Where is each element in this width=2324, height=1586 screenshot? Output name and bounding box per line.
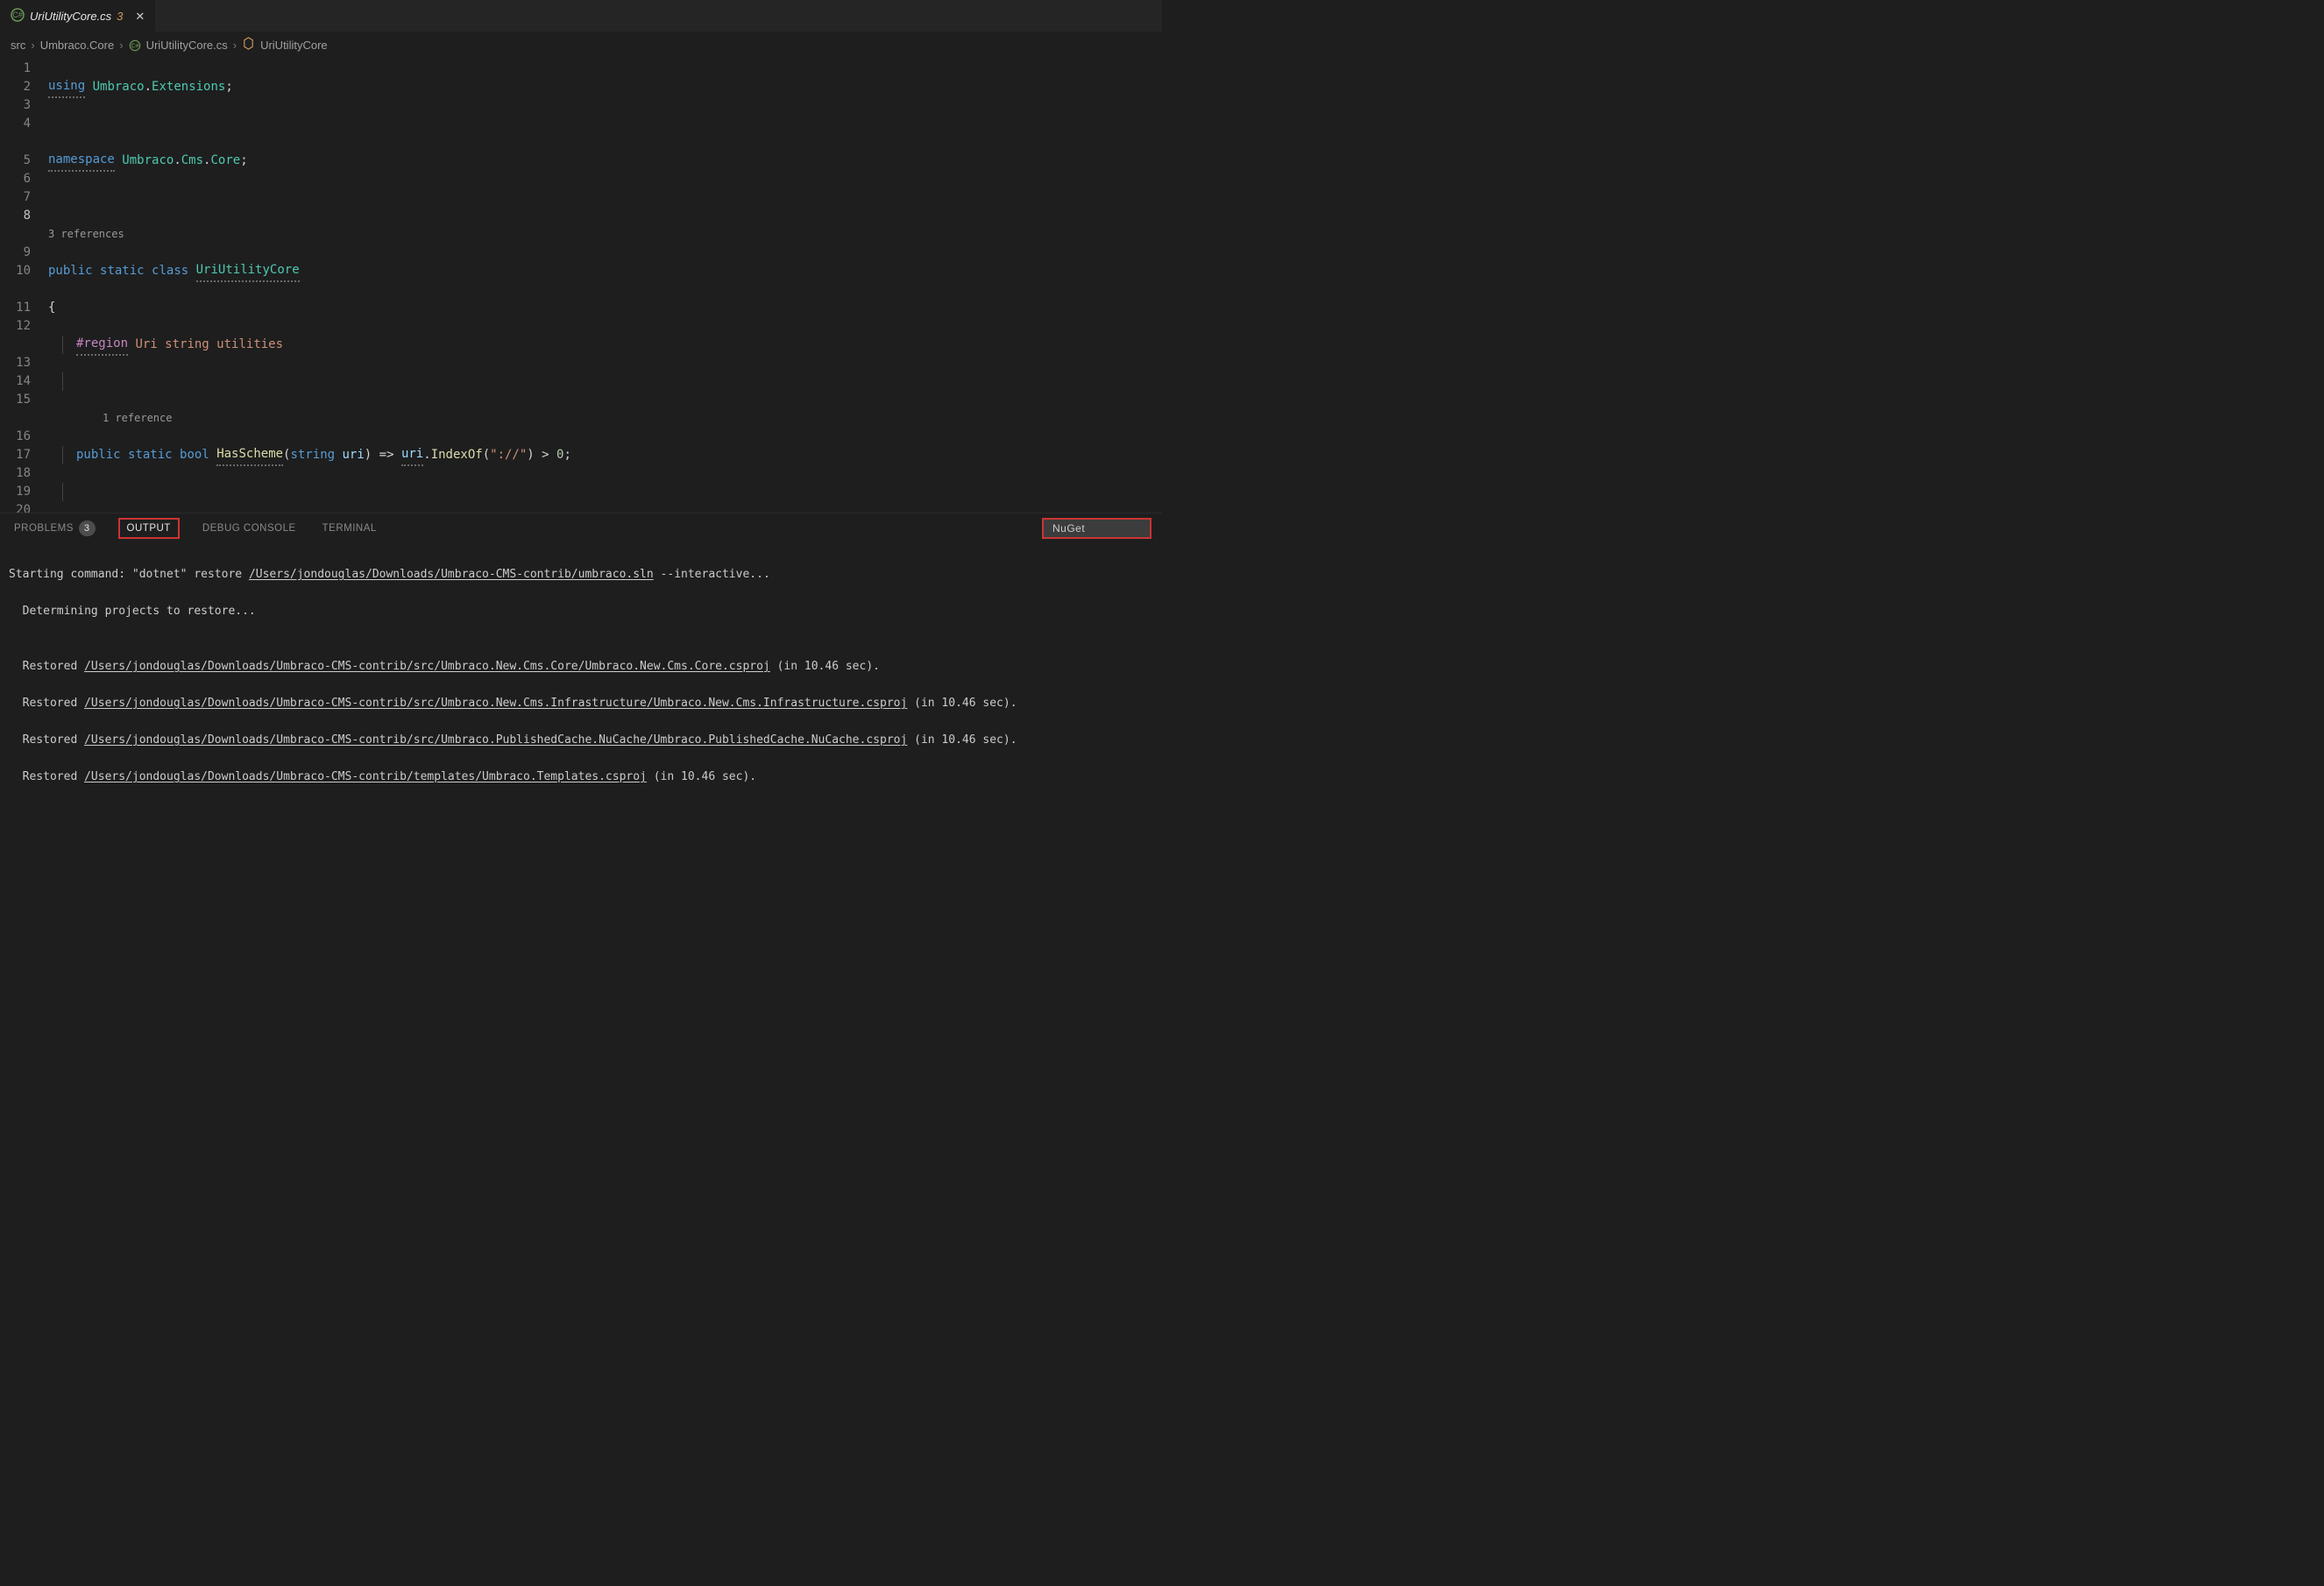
editor-tab-bar: C# UriUtilityCore.cs 3 ✕	[0, 0, 1162, 32]
tab-problems[interactable]: PROBLEMS 3	[11, 517, 99, 540]
tab-problem-count: 3	[117, 10, 123, 23]
code-content[interactable]: using Umbraco.Extensions; namespace Umbr…	[48, 58, 1162, 513]
breadcrumb-symbol[interactable]: UriUtilityCore	[260, 39, 328, 52]
codelens[interactable]: 1 reference	[48, 409, 1162, 428]
panel-tab-bar: PROBLEMS 3 OUTPUT DEBUG CONSOLE TERMINAL…	[0, 513, 1162, 543]
chevron-right-icon: ›	[31, 39, 34, 52]
tab-filename: UriUtilityCore.cs	[30, 10, 111, 23]
codelens[interactable]: 3 references	[48, 225, 1162, 244]
csharp-icon: C#	[129, 38, 141, 52]
class-icon	[242, 37, 255, 53]
chevron-right-icon: ›	[233, 39, 237, 52]
csharp-icon: C#	[11, 8, 25, 25]
svg-text:C#: C#	[12, 11, 23, 19]
problems-badge: 3	[79, 520, 96, 536]
output-channel-dropdown[interactable]: NuGet	[1042, 518, 1151, 539]
tab-terminal[interactable]: TERMINAL	[319, 520, 380, 537]
line-number-gutter: 1 2 3 4 5 6 7 8 9 10 11 12 13 14 15 16 1…	[0, 58, 48, 513]
svg-text:C#: C#	[131, 43, 138, 49]
editor-tab[interactable]: C# UriUtilityCore.cs 3 ✕	[0, 0, 155, 32]
close-icon[interactable]: ✕	[135, 10, 145, 24]
tab-output[interactable]: OUTPUT	[118, 518, 180, 539]
breadcrumb-segment[interactable]: src	[11, 39, 25, 52]
chevron-right-icon: ›	[119, 39, 123, 52]
breadcrumb-segment[interactable]: Umbraco.Core	[40, 39, 115, 52]
bottom-panel: PROBLEMS 3 OUTPUT DEBUG CONSOLE TERMINAL…	[0, 513, 1162, 793]
breadcrumb[interactable]: src › Umbraco.Core › C# UriUtilityCore.c…	[0, 32, 1162, 58]
code-editor[interactable]: 1 2 3 4 5 6 7 8 9 10 11 12 13 14 15 16 1…	[0, 58, 1162, 513]
tab-debug-console[interactable]: DEBUG CONSOLE	[199, 520, 300, 537]
breadcrumb-segment[interactable]: UriUtilityCore.cs	[146, 39, 228, 52]
output-content[interactable]: Starting command: "dotnet" restore /User…	[0, 543, 1162, 793]
